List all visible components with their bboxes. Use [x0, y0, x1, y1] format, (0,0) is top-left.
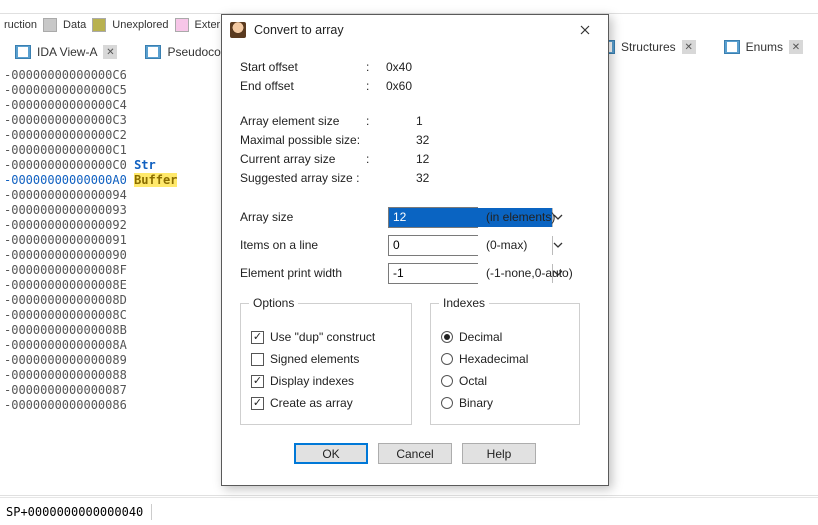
document-icon	[145, 45, 161, 59]
items-line-hint: (0-max)	[486, 238, 527, 252]
convert-to-array-dialog: Convert to array Start offset : 0x40 End…	[221, 14, 609, 486]
tab-label: IDA View-A	[37, 45, 97, 59]
divider	[151, 504, 152, 520]
checkbox-icon	[251, 353, 264, 366]
radio-icon	[441, 375, 453, 387]
options-title: Options	[249, 296, 298, 310]
status-bar: SP+0000000000000040	[0, 497, 818, 525]
array-size-label: Array size	[240, 210, 380, 224]
legend-label-data: Data	[63, 19, 86, 31]
close-icon	[580, 25, 590, 35]
dialog-title-text: Convert to array	[254, 23, 344, 37]
dialog-titlebar[interactable]: Convert to array	[222, 15, 608, 45]
cur-size-value: 12	[386, 152, 429, 166]
options-group: Options Use "dup" construct Signed eleme…	[240, 303, 412, 425]
max-size-label: Maximal possible size:	[240, 133, 366, 147]
items-line-label: Items on a line	[240, 238, 380, 252]
tab-label: Structures	[621, 40, 676, 54]
close-button[interactable]	[570, 18, 600, 42]
cancel-button[interactable]: Cancel	[378, 443, 452, 464]
legend-swatch-data	[43, 18, 57, 32]
indexes-title: Indexes	[439, 296, 489, 310]
radio-binary[interactable]: Binary	[441, 392, 569, 414]
tab-ida-view[interactable]: IDA View-A ✕	[6, 41, 126, 63]
items-line-combo[interactable]	[388, 235, 478, 256]
tab-label: Pseudoco	[167, 45, 220, 59]
cur-size-label: Current array size	[240, 152, 366, 166]
radio-hexadecimal[interactable]: Hexadecimal	[441, 348, 569, 370]
start-offset-label: Start offset	[240, 60, 366, 74]
document-icon	[15, 45, 31, 59]
close-icon[interactable]: ✕	[682, 40, 696, 54]
end-offset-label: End offset	[240, 79, 366, 93]
checkbox-signed[interactable]: Signed elements	[251, 348, 401, 370]
checkbox-icon	[251, 331, 264, 344]
checkbox-use-dup[interactable]: Use "dup" construct	[251, 326, 401, 348]
checkbox-create-as-array[interactable]: Create as array	[251, 392, 401, 414]
radio-icon	[441, 353, 453, 365]
legend-swatch-external	[175, 18, 189, 32]
print-width-combo[interactable]	[388, 263, 478, 284]
right-tabs: Structures ✕ Enums ✕	[590, 36, 812, 58]
close-icon[interactable]: ✕	[789, 40, 803, 54]
document-icon	[724, 40, 740, 54]
sug-size-value: 32	[386, 171, 429, 185]
close-icon[interactable]: ✕	[103, 45, 117, 59]
print-width-label: Element print width	[240, 266, 380, 280]
radio-octal[interactable]: Octal	[441, 370, 569, 392]
tab-enums[interactable]: Enums ✕	[715, 36, 812, 58]
end-offset-value: 0x60	[386, 79, 412, 93]
start-offset-value: 0x40	[386, 60, 412, 74]
items-line-input[interactable]	[389, 236, 552, 255]
sug-size-label: Suggested array size :	[240, 171, 366, 185]
array-size-combo[interactable]	[388, 207, 478, 228]
elem-size-value: 1	[386, 114, 423, 128]
indexes-group: Indexes Decimal Hexadecimal Octal Binary	[430, 303, 580, 425]
legend-label-instruction: ruction	[4, 19, 37, 31]
legend-label-unexplored: Unexplored	[112, 19, 168, 31]
chevron-down-icon[interactable]	[552, 236, 563, 255]
radio-icon	[441, 397, 453, 409]
status-position: SP+0000000000000040	[6, 505, 143, 519]
elem-size-label: Array element size	[240, 114, 366, 128]
checkbox-icon	[251, 397, 264, 410]
tab-label: Enums	[746, 40, 783, 54]
app-icon	[230, 22, 246, 38]
help-button[interactable]: Help	[462, 443, 536, 464]
array-size-hint: (in elements)	[486, 210, 555, 224]
print-width-hint: (-1-none,0-auto)	[486, 266, 573, 280]
max-size-value: 32	[386, 133, 429, 147]
checkbox-icon	[251, 375, 264, 388]
divider	[0, 495, 818, 496]
radio-icon	[441, 331, 453, 343]
legend-swatch-unexplored	[92, 18, 106, 32]
ok-button[interactable]: OK	[294, 443, 368, 464]
tab-pseudocode[interactable]: Pseudoco	[136, 41, 229, 63]
radio-decimal[interactable]: Decimal	[441, 326, 569, 348]
dialog-body: Start offset : 0x40 End offset : 0x60 Ar…	[222, 45, 608, 474]
top-swatch-strip	[0, 0, 818, 14]
checkbox-display-indexes[interactable]: Display indexes	[251, 370, 401, 392]
